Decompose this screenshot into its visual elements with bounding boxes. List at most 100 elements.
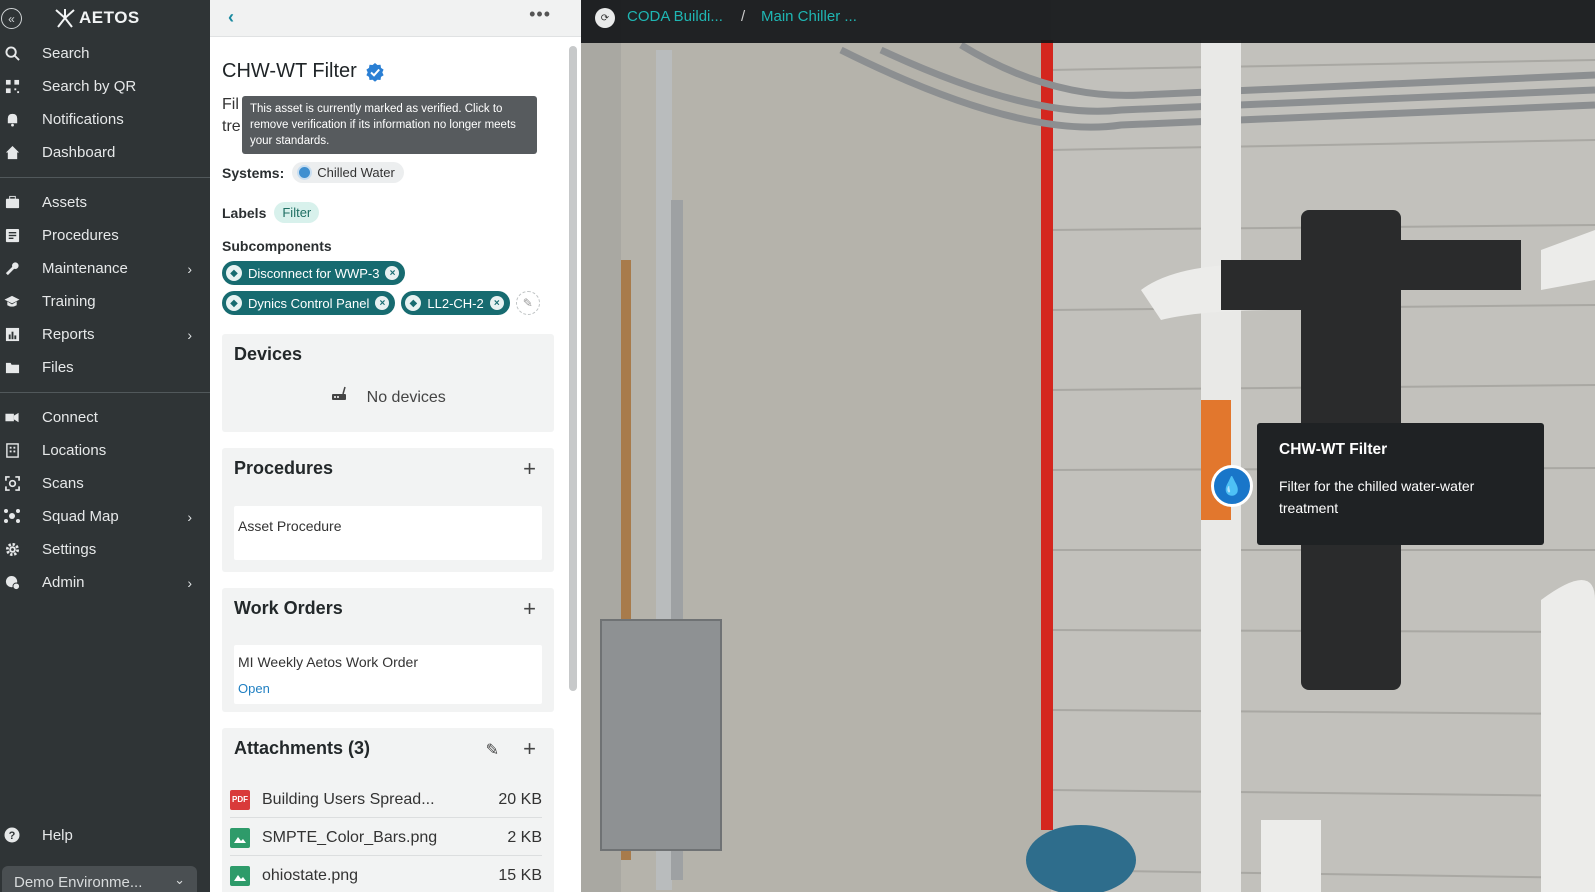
environment-selector[interactable]: Demo Environme... ⌄: [2, 866, 197, 892]
nav-group-primary: Search Search by QR Notifications Dashboard: [0, 37, 210, 169]
tag-icon: ◆: [405, 295, 422, 311]
labels-row: Labels Filter: [222, 202, 320, 223]
label-chip[interactable]: Filter: [274, 202, 320, 223]
nav-item-label: Training: [42, 293, 96, 310]
qr-icon: [4, 78, 20, 94]
attachment-name: Building Users Spread...: [262, 790, 435, 808]
panel-scrollbar[interactable]: [569, 46, 577, 691]
nav-item-label: Maintenance: [42, 260, 128, 277]
building-icon: [4, 442, 20, 458]
more-options-button[interactable]: •••: [529, 4, 551, 25]
breadcrumb-separator: /: [741, 8, 746, 25]
procedures-card: Procedures + Asset Procedure: [222, 448, 554, 572]
nav-item-label: Squad Map: [42, 508, 119, 525]
admin-icon: [4, 574, 20, 590]
chevron-right-icon: ›: [187, 509, 192, 525]
procedure-item[interactable]: Asset Procedure: [234, 506, 542, 560]
collapse-sidebar-button[interactable]: «: [1, 8, 22, 29]
nav-item-label: Dashboard: [42, 144, 116, 161]
tag-icon: ◆: [226, 265, 242, 281]
attachment-name: ohiostate.png: [262, 867, 359, 884]
subcomponents-label: Subcomponents: [222, 238, 332, 254]
home-icon: [4, 144, 20, 160]
asset-title-row: CHW-WT Filter: [222, 60, 385, 83]
devices-empty-text: No devices: [366, 389, 446, 406]
add-attachment-button[interactable]: +: [523, 736, 536, 762]
nav-item-label: Search by QR: [42, 78, 137, 95]
nav-item-squad-map[interactable]: Squad Map ›: [0, 500, 210, 533]
add-procedure-button[interactable]: +: [523, 456, 536, 482]
chevron-down-icon: ⌄: [174, 872, 185, 887]
gear-icon: [4, 541, 20, 557]
wrench-icon: [4, 260, 20, 276]
edit-attachments-button[interactable]: ✎: [486, 740, 499, 760]
remove-icon[interactable]: ×: [375, 296, 390, 310]
nav-item-scans[interactable]: Scans: [0, 467, 210, 500]
panorama-viewer[interactable]: ⟳ CODA Buildi... / Main Chiller ... 💧 CH…: [581, 0, 1595, 892]
nav-item-maintenance[interactable]: Maintenance ›: [0, 252, 210, 285]
subcomponent-chip[interactable]: ◆ LL2-CH-2 ×: [401, 291, 510, 315]
logo-icon: [55, 9, 75, 28]
nav-item-search[interactable]: Search: [0, 37, 210, 70]
attachment-row[interactable]: SMPTE_Color_Bars.png 2 KB: [230, 820, 542, 856]
remove-icon[interactable]: ×: [385, 266, 400, 280]
system-chip[interactable]: Chilled Water: [292, 162, 404, 183]
nav-item-label: Notifications: [42, 111, 124, 128]
remove-icon[interactable]: ×: [489, 296, 504, 310]
plug-icon: [4, 409, 20, 425]
chevron-right-icon: ›: [187, 261, 192, 277]
nav-item-procedures[interactable]: Procedures: [0, 219, 210, 252]
nav-group-admin: Connect Locations Scans Squad Map › Settings A…: [0, 401, 210, 599]
devices-empty-state: No devices: [222, 384, 554, 407]
nav-item-reports[interactable]: Reports ›: [0, 318, 210, 351]
nav-item-locations[interactable]: Locations: [0, 434, 210, 467]
subcomponent-chip[interactable]: ◆ Dynics Control Panel ×: [222, 291, 396, 315]
procedures-title: Procedures: [234, 458, 334, 478]
nav-item-dashboard[interactable]: Dashboard: [0, 136, 210, 169]
breadcrumb-room[interactable]: Main Chiller ...: [761, 8, 857, 25]
nav-item-assets[interactable]: Assets: [0, 186, 210, 219]
search-icon: [4, 45, 20, 61]
work-orders-card: Work Orders + MI Weekly Aetos Work Order…: [222, 588, 554, 712]
subcomponent-label: LL2-CH-2: [427, 295, 484, 311]
attachment-row[interactable]: ohiostate.png 15 KB: [230, 858, 542, 892]
water-drop-icon: [297, 165, 313, 180]
nav-item-training[interactable]: Training: [0, 285, 210, 318]
nav-item-admin[interactable]: Admin ›: [0, 566, 210, 599]
hotspot-popup: CHW-WT Filter Filter for the chilled wat…: [1257, 423, 1544, 545]
verified-badge-icon[interactable]: [365, 62, 385, 82]
network-icon: [4, 508, 20, 524]
help-item[interactable]: ? Help: [0, 819, 210, 852]
nav-divider: [0, 177, 210, 178]
nav-item-notifications[interactable]: Notifications: [0, 103, 210, 136]
nav-item-label: Search: [42, 45, 90, 62]
nav-item-search-by-qr[interactable]: Search by QR: [0, 70, 210, 103]
attachment-size: 20 KB: [498, 790, 542, 808]
breadcrumb-building[interactable]: CODA Buildi...: [627, 8, 723, 25]
graduation-cap-icon: [4, 293, 20, 309]
edit-subcomponents-button[interactable]: ✎: [515, 291, 540, 315]
back-button[interactable]: ‹: [228, 7, 234, 28]
systems-label: Systems:: [222, 164, 285, 181]
attachment-row[interactable]: PDF Building Users Spread... 20 KB: [230, 782, 542, 818]
help-label: Help: [42, 827, 73, 844]
work-order-status[interactable]: Open: [238, 681, 270, 696]
subcomponent-chip[interactable]: ◆ Disconnect for WWP-3 ×: [222, 261, 406, 285]
devices-card: Devices No devices: [222, 334, 554, 432]
asset-hotspot[interactable]: 💧: [1211, 465, 1253, 507]
water-drop-icon: 💧: [1220, 475, 1244, 496]
scan-icon: [4, 475, 20, 491]
folder-icon: [4, 359, 20, 375]
sync-icon[interactable]: ⟳: [595, 8, 615, 28]
nav-item-files[interactable]: Files: [0, 351, 210, 384]
nav-item-label: Files: [42, 359, 74, 376]
tag-icon: ◆: [226, 295, 242, 311]
add-work-order-button[interactable]: +: [523, 596, 536, 622]
nav-item-settings[interactable]: Settings: [0, 533, 210, 566]
attachments-card: Attachments (3) ✎ + PDF Building Users S…: [222, 728, 554, 892]
nav-item-connect[interactable]: Connect: [0, 401, 210, 434]
work-orders-title: Work Orders: [234, 598, 343, 618]
work-order-item[interactable]: MI Weekly Aetos Work Order Open: [234, 645, 542, 704]
viewer-topbar: ⟳ CODA Buildi... / Main Chiller ...: [581, 0, 1595, 43]
list-icon: [4, 227, 20, 243]
